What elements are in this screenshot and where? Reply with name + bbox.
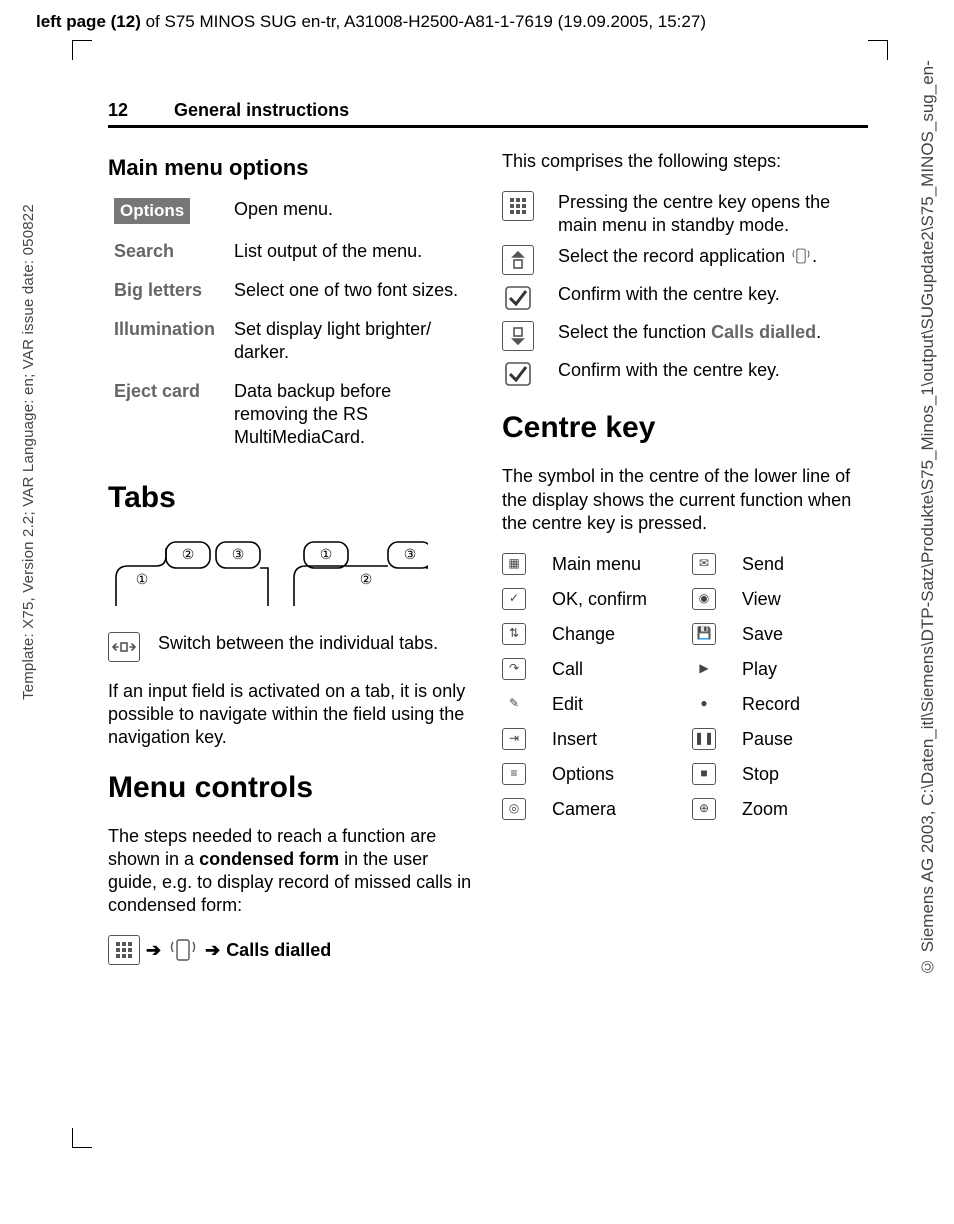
heading-menu-controls: Menu controls [108,769,474,807]
right-intro: This comprises the following steps: [502,150,868,173]
phone-record-icon [167,935,199,965]
row-key: Big letters [108,273,228,312]
ck-label: Send [742,553,868,576]
svg-text:③: ③ [404,546,417,562]
record-icon: ● [692,693,716,715]
row-key: Search [108,234,228,273]
ck-label: Camera [552,798,678,821]
nav-left-right-icon [108,632,140,662]
camera-icon: ◎ [502,798,526,820]
ck-label: Insert [552,728,678,751]
options-table: Options Open menu. SearchList output of … [108,192,474,459]
ck-label: Record [742,693,868,716]
row-val: Data backup before removing the RS Multi… [228,374,474,459]
options-desc: Open menu. [228,192,474,234]
ck-label: Play [742,658,868,681]
call-icon: ↷ [502,658,526,680]
ck-label: Pause [742,728,868,751]
check-icon: ✓ [502,588,526,610]
ck-label: Main menu [552,553,678,576]
grid-icon [108,935,140,965]
ck-label: Stop [742,763,868,786]
row-val: List output of the menu. [228,234,474,273]
step-text: Pressing the centre key opens the main m… [558,191,868,237]
header-rest: of S75 MINOS SUG en-tr, A31008-H2500-A81… [141,12,706,31]
step-text: Select the function Calls dialled. [558,321,868,344]
heading-main-menu-options: Main menu options [108,154,474,182]
ck-label: Call [552,658,678,681]
list-icon: ≡ [502,763,526,785]
ck-label: Save [742,623,868,646]
path-label: Calls dialled [226,939,331,962]
arrow-icon: ➔ [146,939,161,962]
check-icon [502,359,534,389]
svg-text:①: ① [320,546,333,562]
heading-centre-key: Centre key [502,409,868,447]
centre-key-table: ▦ Main menu ✉ Send ✓ OK, confirm ◉ View ⇅ Cha… [502,553,868,821]
pencil-icon: ✎ [502,693,526,715]
row-key: Illumination [108,312,228,374]
crop-mark [868,40,888,60]
menu-controls-intro: The steps needed to reach a function are… [108,825,474,917]
stop-icon: ■ [692,763,716,785]
play-icon: ▶ [692,658,716,680]
ck-label: Change [552,623,678,646]
tabs-figure: ① ② ③ ① ② ③ [108,536,474,622]
svg-text:②: ② [182,546,195,562]
header-strip: left page (12) of S75 MINOS SUG en-tr, A… [36,12,706,32]
step-text: Confirm with the centre key. [558,283,868,306]
nav-down-icon [502,321,534,351]
ck-label: Edit [552,693,678,716]
section-title: General instructions [174,100,349,121]
ck-label: Options [552,763,678,786]
side-left-meta: Template: X75, Version 2.2; VAR Language… [20,60,37,700]
insert-icon: ⇥ [502,728,526,750]
disk-icon: 💾 [692,623,716,645]
header-prefix: left page (12) [36,12,141,31]
grid-icon: ▦ [502,553,526,575]
row-key: Eject card [108,374,228,459]
left-column: Main menu options Options Open menu. Sea… [108,148,474,965]
mail-icon: ✉ [692,553,716,575]
pause-icon: ❚❚ [692,728,716,750]
crop-mark [72,1128,92,1148]
sync-icon: ⇅ [502,623,526,645]
heading-tabs: Tabs [108,479,474,517]
side-right-meta: © Siemens AG 2003, C:\Daten_itl\Siemens\… [918,60,938,1160]
check-icon [502,283,534,313]
step-text: Select the record application . [558,245,868,268]
options-softkey-label: Options [114,198,190,224]
page-number: 12 [108,100,128,121]
running-head: 12 General instructions [108,100,868,128]
right-column: This comprises the following steps: Pres… [502,148,868,965]
svg-text:②: ② [360,571,373,587]
row-val: Select one of two font sizes. [228,273,474,312]
ck-label: Zoom [742,798,868,821]
svg-text:①: ① [136,571,149,587]
ck-label: OK, confirm [552,588,678,611]
nav-up-icon [502,245,534,275]
grid-icon [502,191,534,221]
ck-label: View [742,588,868,611]
crop-mark [72,40,92,60]
svg-text:③: ③ [232,546,245,562]
centre-key-intro: The symbol in the centre of the lower li… [502,465,868,534]
view-icon: ◉ [692,588,716,610]
tabs-switch-text: Switch between the individual tabs. [158,632,474,655]
phone-record-icon [790,246,812,266]
step-text: Confirm with the centre key. [558,359,868,382]
tabs-note: If an input field is activated on a tab,… [108,680,474,749]
arrow-icon: ➔ [205,939,220,962]
row-val: Set display light brighter/ darker. [228,312,474,374]
zoom-icon: ⊕ [692,798,716,820]
condensed-path: ➔ ➔ Calls dialled [108,935,474,965]
